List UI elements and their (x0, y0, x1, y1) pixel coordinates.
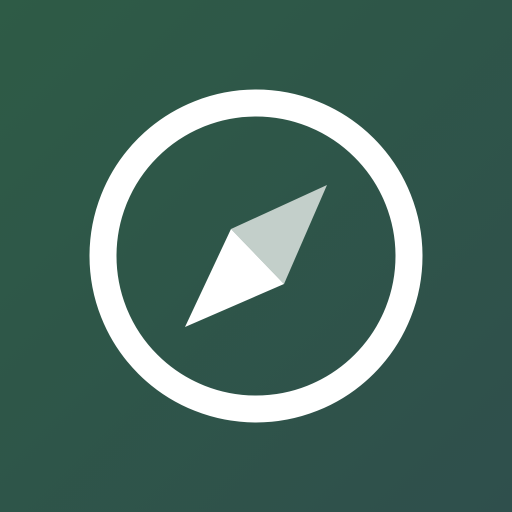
app-icon (0, 0, 512, 512)
compass-icon (0, 0, 512, 512)
